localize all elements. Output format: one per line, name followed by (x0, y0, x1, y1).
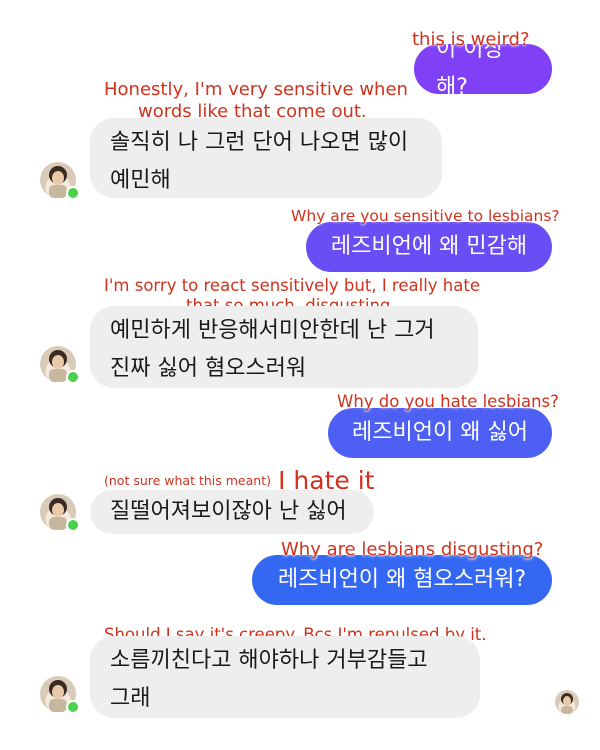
message-text-line: 솔직히 나 그런 단어 나오면 많이 (110, 130, 409, 155)
online-status-dot (66, 186, 80, 200)
online-status-dot (66, 370, 80, 384)
message-translation: Why do you hate lesbians? (337, 392, 559, 411)
contact-avatar[interactable] (40, 346, 80, 384)
incoming-message-bubble[interactable]: 솔직히 나 그런 단어 나오면 많이 예민해 (90, 118, 442, 198)
message-text-line: 질떨어져보이잖아 난 싫어 (110, 499, 347, 524)
online-status-dot (66, 700, 80, 714)
message-text: 레즈비언이 왜 싫어 (352, 420, 528, 445)
outgoing-message-bubble[interactable]: 레즈비언에 왜 민감해 (306, 222, 552, 272)
message-text-line: 예민하게 반응해서미안한데 난 그거 (110, 318, 435, 343)
message-text: 레즈비언이 왜 혐오스러워? (277, 567, 527, 592)
seen-avatar-icon (561, 693, 573, 714)
translation-line: Honestly, I'm very sensitive when (104, 79, 408, 100)
outgoing-message-bubble[interactable]: 이 이상해? (414, 37, 552, 100)
message-text-line: 그래 (110, 686, 151, 711)
incoming-message-bubble[interactable]: 예민하게 반응해서미안한데 난 그거 진짜 싫어 혐오스러워 (90, 306, 478, 388)
message-translation: Why are you sensitive to lesbians? (291, 207, 560, 225)
translation-note: (not sure what this meant) (104, 473, 271, 488)
translation-line: I'm sorry to react sensitively but, I re… (104, 276, 480, 295)
online-status-dot (66, 518, 80, 532)
outgoing-message-bubble[interactable]: 레즈비언이 왜 혐오스러워? (252, 555, 552, 605)
contact-avatar[interactable] (40, 494, 80, 532)
contact-avatar[interactable] (40, 162, 80, 200)
message-text-line: 진짜 싫어 혐오스러워 (110, 356, 307, 381)
incoming-message-bubble[interactable]: 소름끼친다고 해야하나 거부감들고 그래 (90, 636, 480, 718)
message-text-line: 예민해 (110, 168, 171, 193)
message-translation: Honestly, I'm very sensitive when words … (104, 79, 408, 123)
contact-avatar[interactable] (40, 676, 80, 714)
message-text-line: 소름끼친다고 해야하나 거부감들고 (110, 648, 428, 673)
outgoing-message-bubble[interactable]: 레즈비언이 왜 싫어 (328, 408, 552, 458)
message-translation: this is weird? (412, 29, 530, 50)
incoming-message-bubble[interactable]: 질떨어져보이잖아 난 싫어 (90, 490, 374, 534)
message-translation: Why are lesbians disgusting? (281, 539, 544, 560)
message-text: 레즈비언에 왜 민감해 (330, 234, 528, 259)
seen-receipt-avatar (555, 690, 579, 714)
